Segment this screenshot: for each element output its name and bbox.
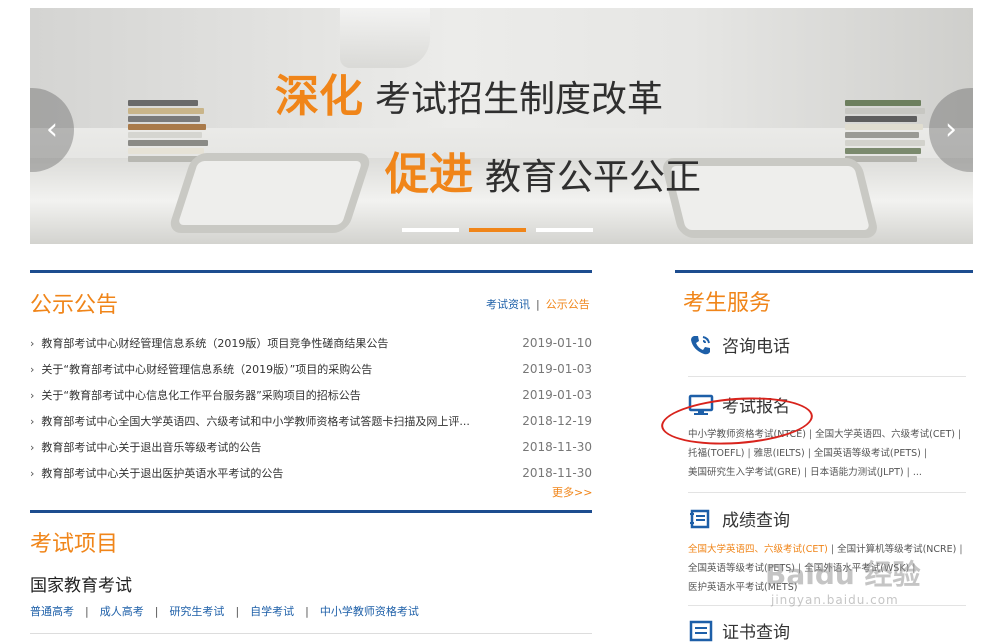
exam-link-teacher[interactable]: 中小学教师资格考试 [320, 605, 419, 618]
certificate-icon [689, 620, 713, 641]
exam-projects-bottom-rule [30, 633, 592, 634]
score-query-label: 成绩查询 [722, 511, 790, 531]
reg-link-toefl[interactable]: 托福(TOEFL) [688, 448, 744, 459]
list-item[interactable]: 关于“教育部考试中心信息化工作平台服务器”采购项目的招标公告 2019-01-03 [30, 382, 592, 408]
exam-link-gaokao[interactable]: 普通高考 [30, 605, 74, 618]
reg-link-jlpt[interactable]: 日本语能力测试(JLPT) [810, 467, 904, 478]
exam-link-separator: | [305, 605, 309, 618]
list-item[interactable]: 教育部考试中心关于退出医护英语水平考试的公告 2018-11-30 [30, 460, 592, 486]
news-date: 2018-11-30 [522, 466, 592, 480]
list-item[interactable]: 教育部考试中心财经管理信息系统（2019版）项目竞争性磋商结果公告 2019-01… [30, 330, 592, 356]
exam-link-separator: | [235, 605, 240, 618]
score-query-heading[interactable]: 成绩查询 [688, 506, 790, 531]
exam-link-separator: | [154, 605, 159, 618]
services-top-rule [675, 270, 973, 273]
exam-link-graduate[interactable]: 研究生考试 [169, 605, 224, 618]
phone-icon [691, 335, 710, 354]
banner-slogan-line1: 深化 考试招生制度改革 [275, 60, 663, 124]
chevron-left-icon: ‹ [46, 112, 58, 147]
link-separator: | [747, 448, 751, 459]
certificate-query-heading[interactable]: 证书查询 [688, 618, 790, 643]
news-title[interactable]: 教育部考试中心关于退出音乐等级考试的公告 [30, 439, 261, 455]
exam-links: 普通高考 | 成人高考 | 研究生考试 | 自学考试 | 中小学教师资格考试 [30, 603, 419, 619]
banner-carousel[interactable]: 深化 考试招生制度改革 促进 教育公平公正 ‹ › [30, 8, 973, 244]
tab-announcements[interactable]: 公示公告 [546, 298, 590, 311]
announcement-tabs: 考试资讯 | 公示公告 [486, 296, 590, 312]
consult-phone-heading[interactable]: 咨询电话 [688, 332, 790, 357]
exam-link-adult[interactable]: 成人高考 [100, 605, 144, 618]
exam-projects-title: 考试项目 [30, 532, 119, 557]
banner-binder-left [167, 153, 373, 233]
link-separator: | [807, 448, 811, 459]
watermark-url: jingyan.baidu.com [771, 593, 899, 607]
link-separator: | [808, 429, 813, 440]
page-root: 深化考试招生制度改革 促进教育公平公正 ‹ › 公示公告 考试资讯 | 公示公告 教… [0, 0, 1000, 643]
reg-link-ielts[interactable]: 雅思(IELTS) [754, 448, 805, 459]
exam-link-self-study[interactable]: 自学考试 [250, 605, 294, 618]
news-title[interactable]: 关于“教育部考试中心信息化工作平台服务器”采购项目的招标公告 [30, 387, 360, 403]
services-divider [688, 376, 966, 377]
consult-phone-label: 咨询电话 [722, 337, 790, 357]
reg-link-pets[interactable]: 全国英语等级考试(PETS) [814, 448, 921, 459]
exam-link-separator: | [85, 605, 89, 618]
notebook-icon [690, 509, 710, 528]
carousel-dot-2[interactable] [469, 228, 526, 232]
tab-separator: | [536, 298, 540, 311]
list-item[interactable]: 教育部考试中心全国大学英语四、六级考试和中小学教师资格考试答题卡扫描及网上评..… [30, 408, 592, 434]
news-title[interactable]: 教育部考试中心关于退出医护英语水平考试的公告 [30, 465, 283, 481]
certificate-query-label: 证书查询 [722, 623, 790, 643]
watermark-logo-text: Baidu 经验 [765, 558, 921, 591]
national-exams-subtitle: 国家教育考试 [30, 576, 132, 596]
slogan2-emphasis: 促进 [385, 149, 473, 200]
carousel-dot-1[interactable] [402, 228, 459, 232]
link-separator: | [803, 467, 808, 478]
news-date: 2018-11-30 [522, 440, 592, 454]
exam-projects-top-rule [30, 510, 592, 513]
banner-book-stack-right [845, 100, 925, 164]
news-date: 2019-01-03 [522, 362, 592, 376]
news-date: 2019-01-03 [522, 388, 592, 402]
tab-exam-news[interactable]: 考试资讯 [486, 298, 530, 311]
carousel-dot-3[interactable] [536, 228, 593, 232]
reg-link-gre[interactable]: 美国研究生入学考试(GRE) [688, 467, 801, 478]
link-separator: | [959, 544, 963, 555]
banner-slogan-line2: 促进 教育公平公正 [385, 138, 701, 202]
banner-person-figure [340, 8, 430, 68]
announcement-list: 教育部考试中心财经管理信息系统（2019版）项目竞争性磋商结果公告 2019-01… [30, 330, 592, 486]
banner-book-stack-left [128, 100, 208, 164]
baidu-jingyan-watermark: Baidu 经验 jingyan.baidu.com [765, 553, 921, 607]
reg-link-more[interactable]: ... [913, 467, 922, 478]
news-title[interactable]: 关于“教育部考试中心财经管理信息系统（2019版）”项目的采购公告 [30, 361, 372, 377]
announcement-title: 公示公告 [30, 293, 119, 318]
news-date: 2019-01-10 [522, 336, 592, 350]
list-item[interactable]: 教育部考试中心关于退出音乐等级考试的公告 2018-11-30 [30, 434, 592, 460]
carousel-indicators [402, 228, 593, 232]
news-title[interactable]: 教育部考试中心财经管理信息系统（2019版）项目竞争性磋商结果公告 [30, 335, 388, 351]
link-separator: | [923, 448, 928, 459]
link-separator: | [957, 429, 962, 440]
announcement-top-rule [30, 270, 592, 273]
news-date: 2018-12-19 [522, 414, 592, 428]
more-link[interactable]: 更多>> [552, 484, 592, 500]
services-divider [688, 492, 966, 493]
reg-link-cet[interactable]: 全国大学英语四、六级考试(CET) [815, 429, 955, 440]
slogan1-emphasis: 深化 [275, 71, 363, 122]
slogan2-text: 教育公平公正 [485, 157, 702, 198]
chevron-right-icon: › [945, 112, 957, 147]
slogan1-text: 考试招生制度改革 [375, 79, 664, 120]
link-separator: | [906, 467, 910, 478]
list-item[interactable]: 关于“教育部考试中心财经管理信息系统（2019版）”项目的采购公告 2019-01… [30, 356, 592, 382]
services-title: 考生服务 [683, 291, 772, 316]
news-title[interactable]: 教育部考试中心全国大学英语四、六级考试和中小学教师资格考试答题卡扫描及网上评..… [30, 413, 470, 429]
